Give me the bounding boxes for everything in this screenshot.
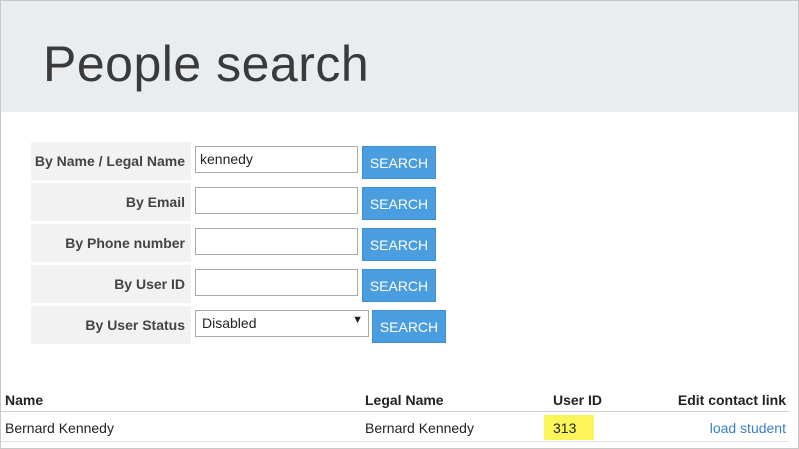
header-user-id: User ID xyxy=(553,392,603,408)
page-header: People search xyxy=(1,1,798,112)
phone-search-button[interactable]: SEARCH xyxy=(362,228,436,261)
email-search-label: By Email xyxy=(31,183,191,221)
status-search-button[interactable]: SEARCH xyxy=(372,310,446,343)
name-search-label: By Name / Legal Name xyxy=(31,142,191,180)
phone-search-input[interactable] xyxy=(195,228,358,255)
search-row-phone: By Phone number SEARCH xyxy=(31,224,451,265)
search-row-status: By User Status Disabled ▼ SEARCH xyxy=(31,306,451,347)
user-id-search-label: By User ID xyxy=(31,265,191,303)
load-student-link[interactable]: load student xyxy=(710,420,786,436)
search-row-email: By Email SEARCH xyxy=(31,183,451,224)
header-edit-link: Edit contact link xyxy=(677,392,786,408)
phone-search-label: By Phone number xyxy=(31,224,191,262)
name-search-button[interactable]: SEARCH xyxy=(362,146,436,179)
search-row-name: By Name / Legal Name kennedy SEARCH xyxy=(31,142,451,183)
status-select-value: Disabled xyxy=(202,315,257,331)
status-search-label: By User Status xyxy=(31,306,191,344)
table-row: Bernard Kennedy Bernard Kennedy 313 load… xyxy=(1,412,789,442)
email-search-input[interactable] xyxy=(195,187,358,214)
row-legal-name: Bernard Kennedy xyxy=(365,420,474,436)
user-id-search-input[interactable] xyxy=(195,269,358,296)
name-search-input[interactable]: kennedy xyxy=(195,146,358,173)
user-id-search-button[interactable]: SEARCH xyxy=(362,269,436,302)
results-table: Name Legal Name User ID Edit contact lin… xyxy=(1,390,789,442)
page-title: People search xyxy=(43,36,370,92)
search-row-user-id: By User ID SEARCH xyxy=(31,265,451,306)
search-form: By Name / Legal Name kennedy SEARCH By E… xyxy=(31,142,451,347)
email-search-button[interactable]: SEARCH xyxy=(362,187,436,220)
status-select[interactable]: Disabled ▼ xyxy=(195,310,369,337)
dropdown-arrow-icon: ▼ xyxy=(352,314,363,326)
row-user-id: 313 xyxy=(553,420,577,436)
results-header-row: Name Legal Name User ID Edit contact lin… xyxy=(1,390,789,412)
row-name: Bernard Kennedy xyxy=(5,420,114,436)
header-legal-name: Legal Name xyxy=(365,392,444,408)
header-name: Name xyxy=(5,392,44,408)
